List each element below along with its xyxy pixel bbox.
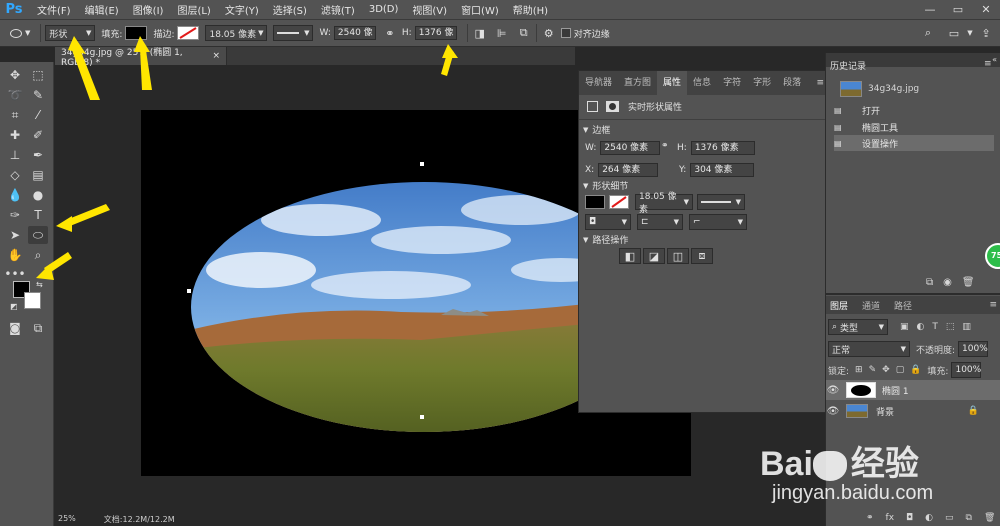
annotation-arrow-head: [442, 44, 458, 58]
annotation-arrows: [36, 36, 458, 280]
annotation-arrow-head: [56, 216, 72, 232]
annotation-arrow-head: [68, 36, 86, 54]
annotation-arrow: [72, 44, 100, 100]
annotation-arrow-head: [134, 36, 150, 52]
annotation-arrow: [66, 204, 110, 226]
